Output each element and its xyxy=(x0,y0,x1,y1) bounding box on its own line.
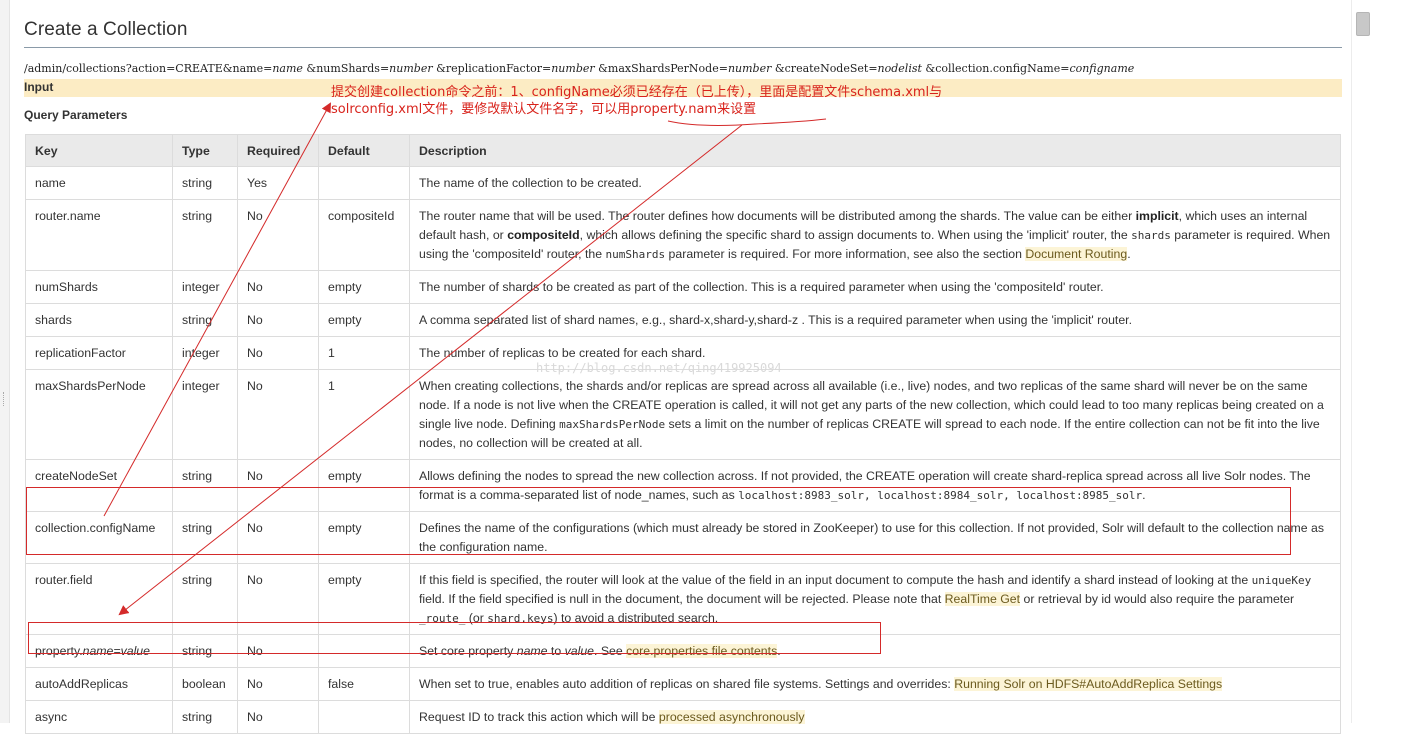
header-required: Required xyxy=(237,134,319,167)
cell-key: autoAddReplicas xyxy=(25,667,173,701)
cell-description: When creating collections, the shards an… xyxy=(409,369,1341,460)
scrollbar-thumb[interactable] xyxy=(1356,12,1370,36)
cell-description: The name of the collection to be created… xyxy=(409,166,1341,200)
cell-key: numShards xyxy=(25,270,173,304)
table-row: numShards integer No empty The number of… xyxy=(25,270,1341,304)
cell-key: replicationFactor xyxy=(25,336,173,370)
cell-type: integer xyxy=(172,270,238,304)
underline-property-nam xyxy=(667,118,827,126)
link-running-solr-hdfs[interactable]: Running Solr on HDFS#AutoAddReplica Sett… xyxy=(954,677,1223,691)
cell-key: maxShardsPerNode xyxy=(25,369,173,460)
cell-type: string xyxy=(172,166,238,200)
cell-type: string xyxy=(172,199,238,271)
cell-default: empty xyxy=(318,270,410,304)
highlight-box-property xyxy=(28,622,881,654)
cell-default: 1 xyxy=(318,336,410,370)
cell-required: No xyxy=(237,303,319,337)
cell-required: No xyxy=(237,369,319,460)
cell-default: 1 xyxy=(318,369,410,460)
input-heading: Input xyxy=(24,80,54,94)
api-endpoint: /admin/collections?action=CREATE&name=na… xyxy=(24,62,1135,75)
title-divider xyxy=(24,47,1342,48)
table-header-row: Key Type Required Default Description xyxy=(25,134,1341,167)
cell-description: The number of shards to be created as pa… xyxy=(409,270,1341,304)
query-parameters-heading: Query Parameters xyxy=(24,108,128,122)
header-type: Type xyxy=(172,134,238,167)
cell-key: router.name xyxy=(25,199,173,271)
annotation-line-2: solrconfig.xml文件，要修改默认文件名字，可以用property.n… xyxy=(331,102,757,117)
cell-required: Yes xyxy=(237,166,319,200)
cell-type: string xyxy=(172,700,238,734)
page-title: Create a Collection xyxy=(24,19,188,40)
link-realtime-get[interactable]: RealTime Get xyxy=(944,592,1021,606)
cell-type: string xyxy=(172,303,238,337)
cell-required: No xyxy=(237,199,319,271)
table-row: maxShardsPerNode integer No 1 When creat… xyxy=(25,369,1341,460)
cell-default: compositeId xyxy=(318,199,410,271)
watermark: http://blog.csdn.net/qing419925094 xyxy=(536,361,782,375)
cell-type: boolean xyxy=(172,667,238,701)
cell-key: name xyxy=(25,166,173,200)
cell-default: false xyxy=(318,667,410,701)
table-row: autoAddReplicas boolean No false When se… xyxy=(25,667,1341,701)
header-description: Description xyxy=(409,134,1341,167)
table-row: shards string No empty A comma separated… xyxy=(25,303,1341,337)
link-document-routing[interactable]: Document Routing xyxy=(1025,247,1128,261)
annotation-line-1: 提交创建collection命令之前：1、configName必须已经存在（已上… xyxy=(331,85,943,100)
cell-required: No xyxy=(237,336,319,370)
cell-type: integer xyxy=(172,336,238,370)
link-processed-async[interactable]: processed asynchronously xyxy=(658,710,805,724)
cell-default: empty xyxy=(318,303,410,337)
cell-required: No xyxy=(237,700,319,734)
header-default: Default xyxy=(318,134,410,167)
cell-description: The router name that will be used. The r… xyxy=(409,199,1341,271)
resize-grip[interactable] xyxy=(3,392,6,406)
cell-key: shards xyxy=(25,303,173,337)
left-gutter xyxy=(0,0,10,723)
cell-description: When set to true, enables auto addition … xyxy=(409,667,1341,701)
cell-required: No xyxy=(237,667,319,701)
header-key: Key xyxy=(25,134,173,167)
table-row: router.name string No compositeId The ro… xyxy=(25,199,1341,271)
cell-key: async xyxy=(25,700,173,734)
cell-description: A comma separated list of shard names, e… xyxy=(409,303,1341,337)
cell-default xyxy=(318,166,410,200)
red-annotation-note: 提交创建collection命令之前：1、configName必须已经存在（已上… xyxy=(331,84,1111,118)
table-row: async string No Request ID to track this… xyxy=(25,700,1341,734)
cell-default xyxy=(318,700,410,734)
table-row: name string Yes The name of the collecti… xyxy=(25,166,1341,200)
highlight-box-config-name xyxy=(26,487,1291,555)
cell-required: No xyxy=(237,270,319,304)
vertical-scrollbar[interactable] xyxy=(1351,0,1410,723)
cell-description: Request ID to track this action which wi… xyxy=(409,700,1341,734)
cell-type: integer xyxy=(172,369,238,460)
